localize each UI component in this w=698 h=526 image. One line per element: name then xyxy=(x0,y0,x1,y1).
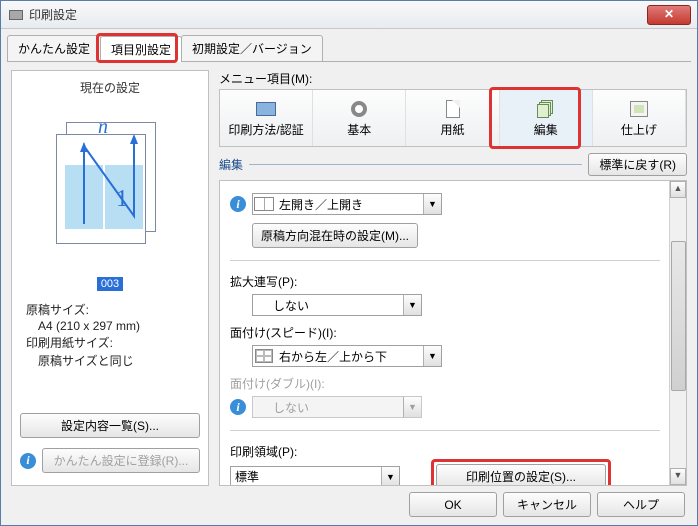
enlarge-label: 拡大連写(P): xyxy=(230,273,660,290)
binding-select[interactable]: 左開き／上開き ▼ xyxy=(252,193,442,215)
scroll-thumb[interactable] xyxy=(671,241,686,391)
tab-strip: かんたん設定 項目別設定 初期設定／バージョン xyxy=(7,35,691,62)
scroll-down-button[interactable]: ▼ xyxy=(670,468,686,485)
edit-icon xyxy=(534,99,558,119)
layout-speed-label: 面付け(スピード)(I): xyxy=(230,324,660,341)
toolbar-item-edit[interactable]: 編集 xyxy=(500,90,593,146)
enlarge-select[interactable]: しない ▼ xyxy=(252,294,422,316)
info-icon: i xyxy=(230,196,246,212)
section-header: 編集 標準に戻す(R) xyxy=(219,153,687,176)
orig-size-label: 原稿サイズ: xyxy=(20,301,200,318)
print-settings-window: 印刷設定 ✕ かんたん設定 項目別設定 初期設定／バージョン 現在の設定 n 1 xyxy=(0,0,698,526)
book-icon xyxy=(253,197,275,211)
menu-items-label: メニュー項目(M): xyxy=(219,70,687,87)
settings-scroll-area: i 左開き／上開き ▼ 原稿方向混在時の設定(M)... 拡大連写(P): xyxy=(219,180,687,486)
printer-icon xyxy=(7,8,23,22)
window-title: 印刷設定 xyxy=(29,6,647,23)
paper-icon xyxy=(441,99,465,119)
toolbar-item-print-method[interactable]: 印刷方法/認証 xyxy=(220,90,313,146)
chevron-down-icon: ▼ xyxy=(381,467,399,487)
preview-area: n 1 xyxy=(20,102,200,272)
detail-panel: メニュー項目(M): 印刷方法/認証 基本 用紙 編集 xyxy=(209,70,687,486)
chevron-down-icon: ▼ xyxy=(423,346,441,366)
arrow-graphic xyxy=(64,124,154,244)
toolbar-item-finish[interactable]: 仕上げ xyxy=(593,90,686,146)
print-method-icon xyxy=(254,99,278,119)
reset-button[interactable]: 標準に戻す(R) xyxy=(588,153,687,176)
layout-double-label: 面付け(ダブル)(I): xyxy=(230,375,660,392)
chevron-down-icon: ▼ xyxy=(423,194,441,214)
register-easy-button: かんたん設定に登録(R)... xyxy=(42,448,200,473)
tab-detailed[interactable]: 項目別設定 xyxy=(100,36,182,62)
dialog-footer: OK キャンセル ヘルプ xyxy=(409,492,685,517)
grid-icon xyxy=(253,349,275,363)
basic-icon xyxy=(347,99,371,119)
mixed-orientation-button[interactable]: 原稿方向混在時の設定(M)... xyxy=(252,223,418,248)
menu-toolbar: 印刷方法/認証 基本 用紙 編集 仕上げ xyxy=(219,89,687,147)
close-button[interactable]: ✕ xyxy=(647,5,691,25)
scroll-up-button[interactable]: ▲ xyxy=(670,181,686,198)
print-position-button[interactable]: 印刷位置の設定(S)... xyxy=(436,464,606,486)
cancel-button[interactable]: キャンセル xyxy=(503,492,591,517)
settings-list-button[interactable]: 設定内容一覧(S)... xyxy=(20,413,200,438)
info-icon: i xyxy=(230,399,246,415)
help-button[interactable]: ヘルプ xyxy=(597,492,685,517)
zoom-badge: 003 xyxy=(97,277,123,291)
toolbar-item-basic[interactable]: 基本 xyxy=(313,90,406,146)
scrollbar[interactable]: ▲ ▼ xyxy=(669,181,686,485)
current-settings-info: 原稿サイズ: A4 (210 x 297 mm) 印刷用紙サイズ: 原稿サイズと… xyxy=(20,300,200,370)
chevron-down-icon: ▼ xyxy=(403,397,421,417)
orig-size-value: A4 (210 x 297 mm) xyxy=(20,319,200,333)
paper-size-value: 原稿サイズと同じ xyxy=(20,352,200,369)
finish-icon xyxy=(627,99,651,119)
info-icon: i xyxy=(20,453,36,469)
tab-defaults[interactable]: 初期設定／バージョン xyxy=(181,35,323,61)
toolbar-item-paper[interactable]: 用紙 xyxy=(406,90,499,146)
paper-size-label: 印刷用紙サイズ: xyxy=(20,334,200,351)
layout-double-select: しない ▼ xyxy=(252,396,422,418)
current-settings-panel: 現在の設定 n 1 003 原稿サイズ: xyxy=(11,70,209,486)
section-title: 編集 xyxy=(219,156,243,173)
tab-easy[interactable]: かんたん設定 xyxy=(7,35,101,61)
current-settings-title: 現在の設定 xyxy=(20,79,200,96)
layout-speed-select[interactable]: 右から左／上から下 ▼ xyxy=(252,345,442,367)
print-area-select[interactable]: 標準 ▼ xyxy=(230,466,400,487)
titlebar: 印刷設定 ✕ xyxy=(1,1,697,29)
print-area-label: 印刷領域(P): xyxy=(230,443,660,460)
ok-button[interactable]: OK xyxy=(409,492,497,517)
chevron-down-icon: ▼ xyxy=(403,295,421,315)
